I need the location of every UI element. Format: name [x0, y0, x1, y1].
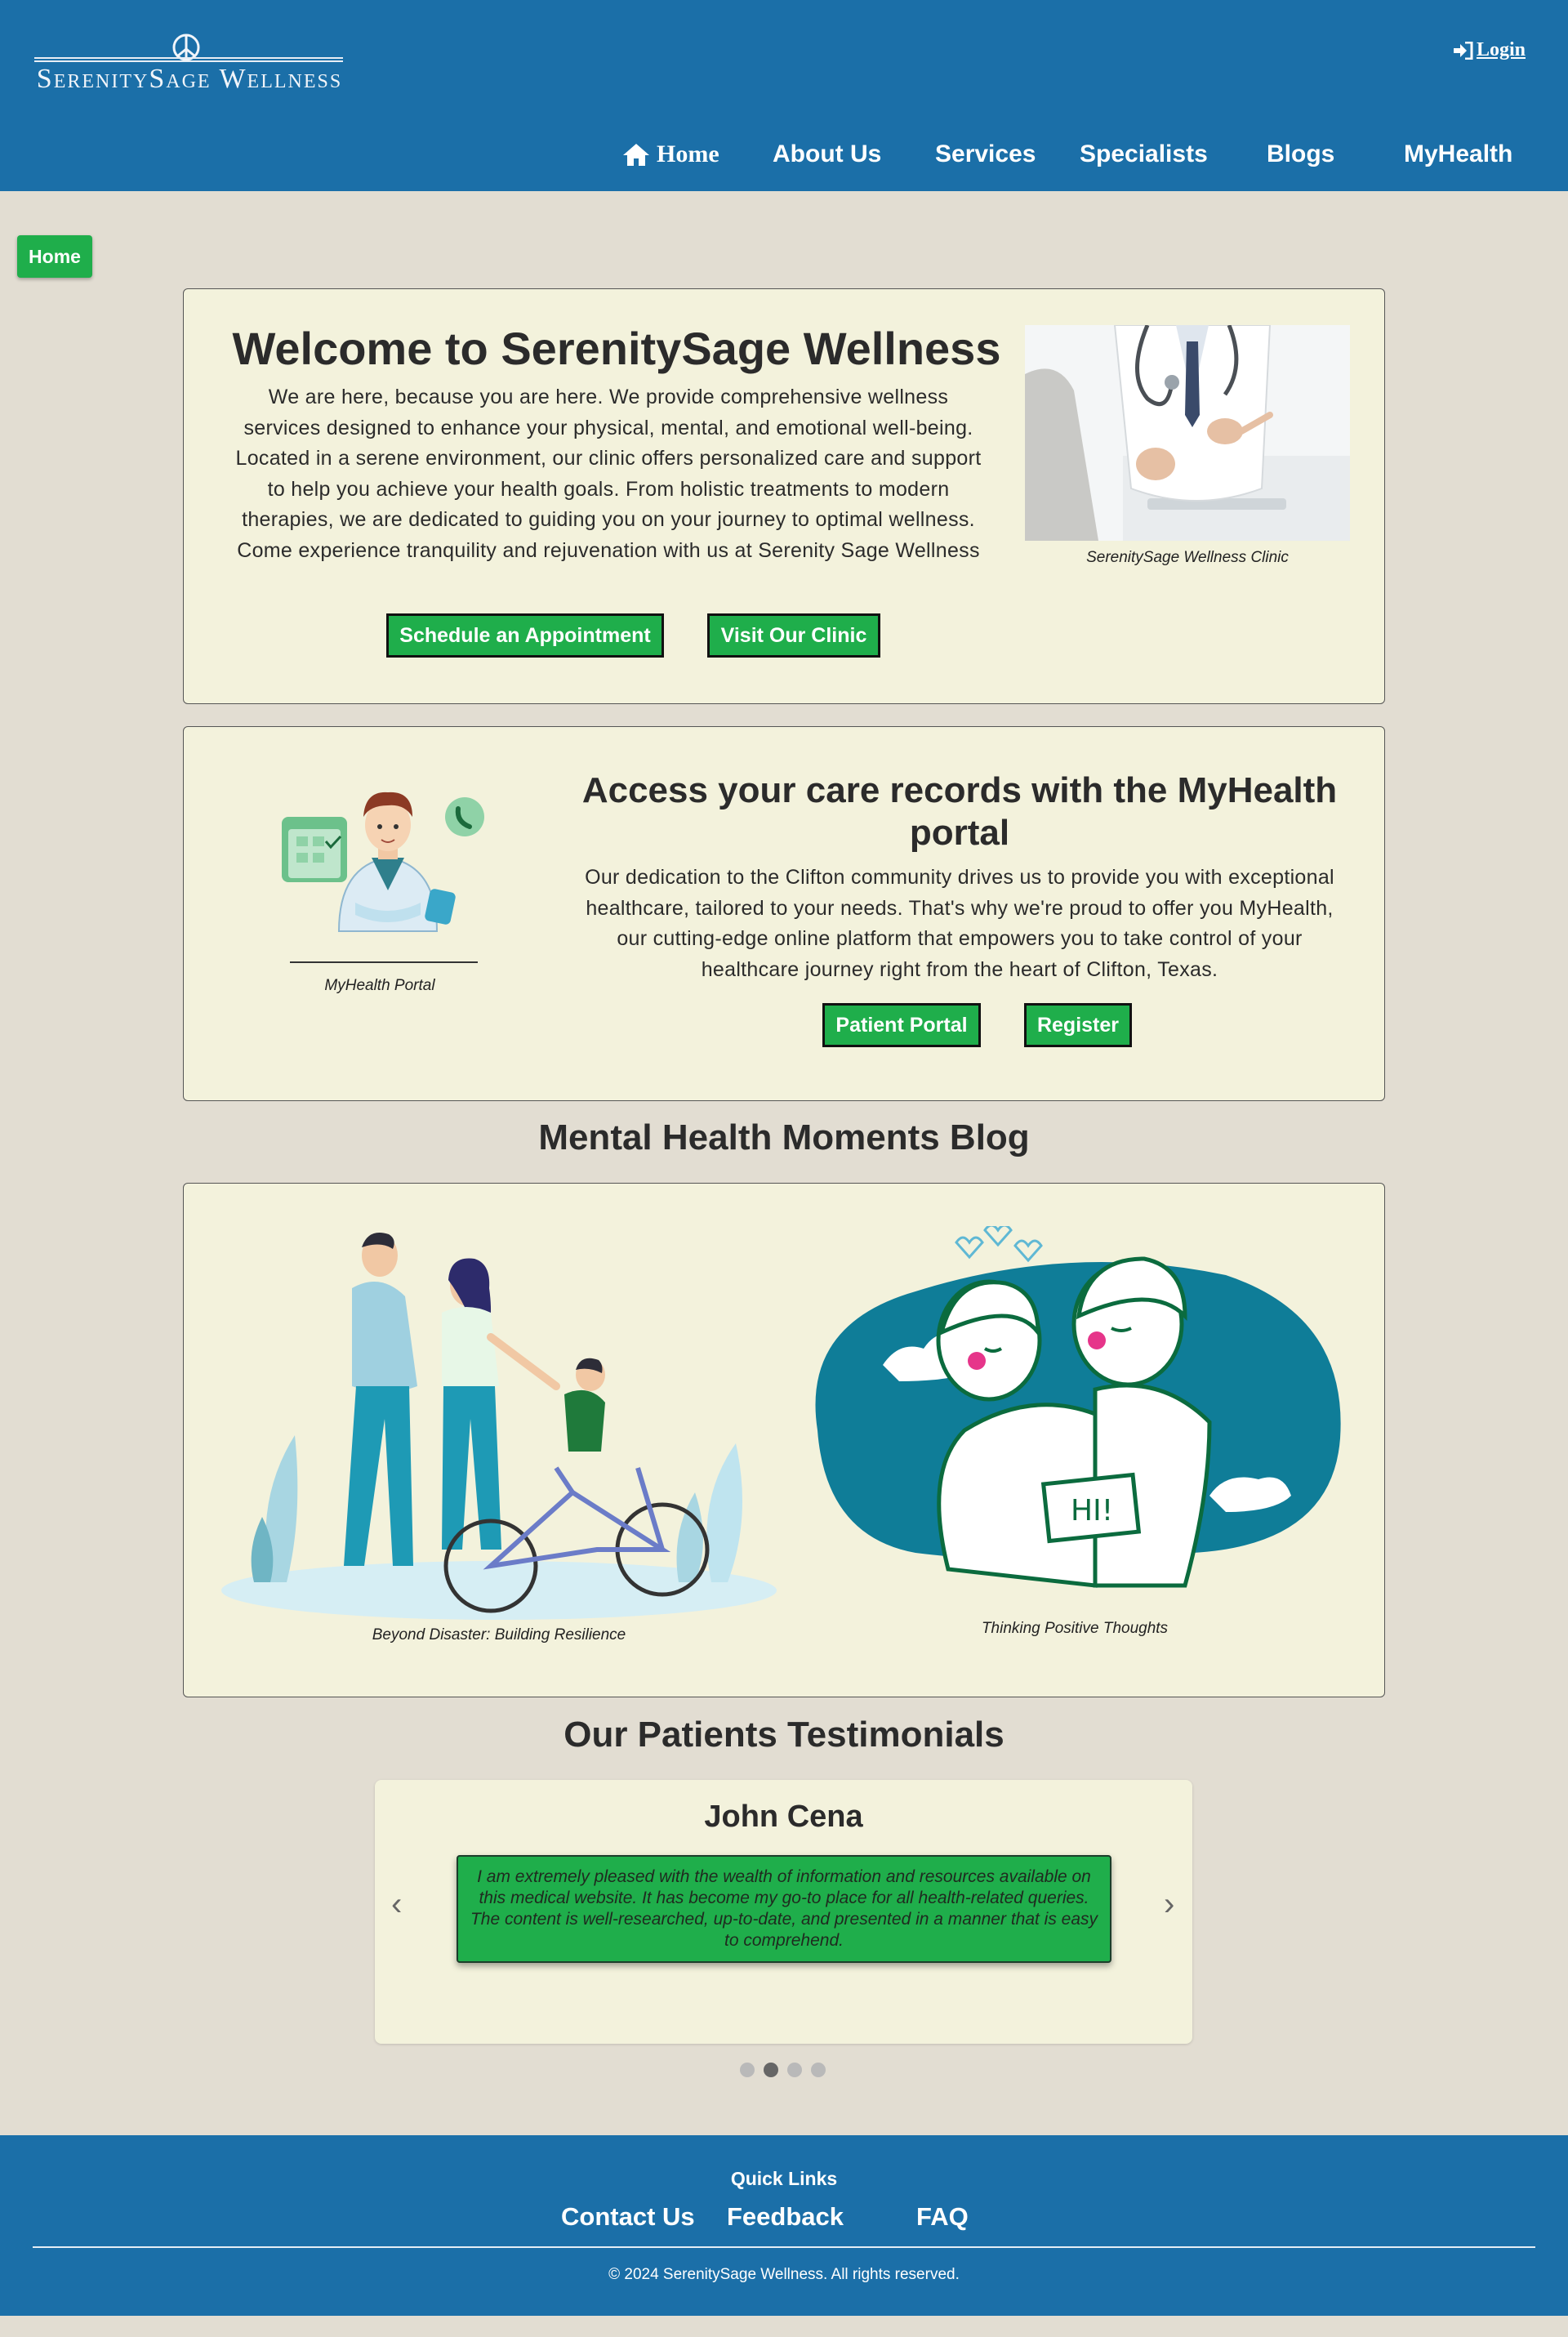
- carousel-dot[interactable]: [740, 2063, 755, 2077]
- testimonial-quote: I am extremely pleased with the wealth o…: [457, 1855, 1111, 1963]
- site-logo[interactable]: SerenitySage Wellness: [34, 33, 345, 98]
- carousel-next-button[interactable]: ›: [1164, 1886, 1174, 1923]
- blog-post-resilience-caption[interactable]: Beyond Disaster: Building Resilience: [221, 1626, 777, 1644]
- carousel-dot[interactable]: [787, 2063, 802, 2077]
- login-label: Login: [1476, 39, 1526, 60]
- brand-name: SerenitySage Wellness: [36, 64, 343, 94]
- blog-heading: Mental Health Moments Blog: [538, 1117, 1030, 1157]
- schedule-appointment-button[interactable]: Schedule an Appointment: [386, 613, 664, 658]
- quick-links-label: Quick Links: [730, 2168, 838, 2189]
- register-button[interactable]: Register: [1024, 1003, 1132, 1047]
- testimonial-carousel: John Cena ‹ I am extremely pleased with …: [375, 1780, 1192, 2044]
- testimonial-author: John Cena: [704, 1800, 863, 1834]
- footer-faq[interactable]: FAQ: [916, 2202, 969, 2232]
- welcome-title: Welcome to SerenitySage Wellness: [232, 323, 1001, 374]
- myhealth-doctor-illustration: [282, 792, 484, 963]
- carousel-dot[interactable]: [811, 2063, 826, 2077]
- carousel-prev-button[interactable]: ‹: [391, 1886, 402, 1923]
- myhealth-title: Access your care records with the MyHeal…: [581, 770, 1338, 853]
- sign-in-icon: [1453, 41, 1473, 60]
- copyright: © 2024 SerenitySage Wellness. All rights…: [608, 2266, 960, 2283]
- logo-rule: [34, 57, 343, 59]
- myhealth-card: MyHealth Portal Access your care records…: [183, 726, 1385, 1101]
- site-footer: Quick Links Contact Us Feedback FAQ © 20…: [0, 2135, 1568, 2316]
- nav-about-us[interactable]: About Us: [773, 140, 881, 168]
- logo-rule: [34, 60, 343, 62]
- testimonials-heading: Our Patients Testimonials: [564, 1715, 1004, 1755]
- nav-specialists[interactable]: Specialists: [1080, 140, 1208, 168]
- carousel-dot[interactable]: [764, 2063, 778, 2077]
- nav-services[interactable]: Services: [935, 140, 1036, 168]
- site-header: SerenitySage Wellness Login Home About U…: [0, 0, 1568, 191]
- nav-myhealth[interactable]: MyHealth: [1404, 140, 1512, 168]
- clinic-doctor-image: [1025, 325, 1350, 541]
- blog-post-positive-caption[interactable]: Thinking Positive Thoughts: [801, 1620, 1348, 1638]
- footer-feedback[interactable]: Feedback: [727, 2202, 844, 2232]
- nav-home[interactable]: Home: [622, 140, 719, 168]
- home-icon: [623, 144, 649, 166]
- blog-card: Beyond Disaster: Building Resilience HI!…: [183, 1183, 1385, 1697]
- carousel-indicators: [740, 2063, 830, 2079]
- login-link[interactable]: Login: [1453, 39, 1526, 61]
- myhealth-text: Our dedication to the Clifton community …: [585, 866, 1334, 981]
- myhealth-image-caption: MyHealth Portal: [324, 977, 435, 994]
- nav-home-label: Home: [657, 140, 719, 167]
- visit-clinic-button[interactable]: Visit Our Clinic: [707, 613, 880, 658]
- footer-contact-us[interactable]: Contact Us: [561, 2202, 695, 2232]
- clinic-image-caption: SerenitySage Wellness Clinic: [1086, 549, 1289, 566]
- patient-portal-button[interactable]: Patient Portal: [822, 1003, 981, 1047]
- footer-divider: [33, 2246, 1535, 2248]
- main-nav: Home About Us Services Specialists Blogs…: [0, 140, 1568, 176]
- nav-blogs[interactable]: Blogs: [1267, 140, 1334, 168]
- welcome-card: Welcome to SerenitySage Wellness We are …: [183, 288, 1385, 704]
- welcome-text: We are here, because you are here. We pr…: [235, 386, 982, 562]
- blog-post-positive-image[interactable]: HI!: [801, 1226, 1348, 1626]
- svg-text:HI!: HI!: [1071, 1494, 1113, 1528]
- breadcrumb-home[interactable]: Home: [17, 235, 92, 278]
- blog-post-resilience-image[interactable]: [221, 1223, 777, 1623]
